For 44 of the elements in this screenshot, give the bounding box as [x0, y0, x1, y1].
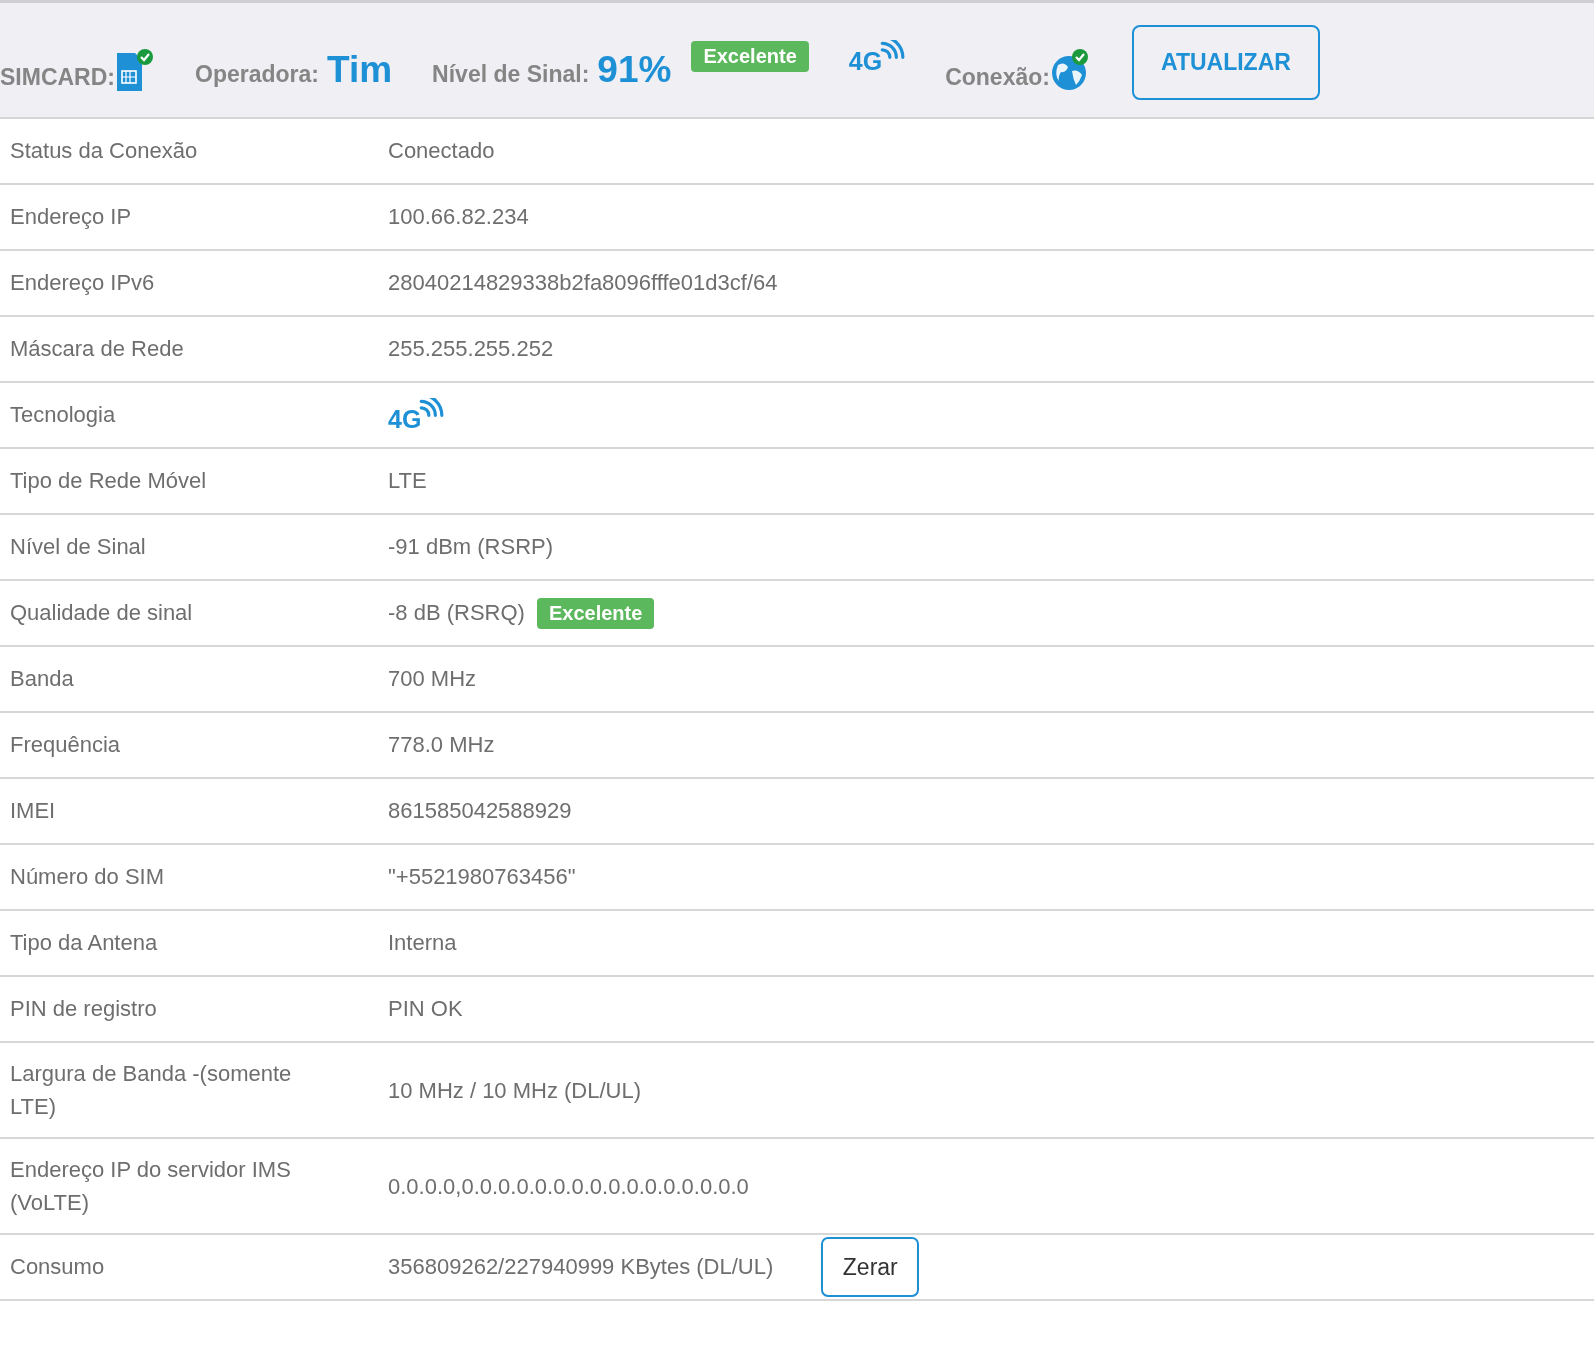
field-value: "+5521980763456" [388, 864, 576, 890]
operator-label: Operadora: [195, 61, 319, 88]
signal-label: Nível de Sinal: [432, 61, 590, 88]
field-label: Nível de Sinal [9, 534, 147, 560]
field-label: Endereço IPv6 [9, 270, 156, 296]
technology-label: 4G [848, 49, 883, 74]
field-value: 10 MHz / 10 MHz (DL/UL) [388, 1076, 642, 1105]
reset-button[interactable]: Zerar [821, 1237, 920, 1297]
field-value: 778.0 MHz [388, 732, 495, 758]
field-label: Número do SIM [9, 864, 166, 890]
field-label: Status da Conexão [9, 138, 199, 164]
connection-label: Conexão: [945, 64, 1050, 91]
field-label: Tipo de Rede Móvel [9, 468, 208, 494]
field-label: Endereço IP [9, 204, 133, 230]
field-label: Largura de Banda -(somente LTE) [9, 1060, 293, 1121]
field-value: 0.0.0.0,0.0.0.0.0.0.0.0.0.0.0.0.0.0.0.0 [388, 1172, 749, 1201]
field-label: Endereço IP do servidor IMS (VoLTE) [9, 1156, 292, 1217]
simcard-label: SIMCARD: [0, 64, 115, 91]
field-value: Interna [388, 930, 457, 956]
field-value: 100.66.82.234 [388, 204, 529, 230]
field-value: -91 dBm (RSRP) [388, 534, 554, 560]
field-label: Consumo [9, 1254, 106, 1280]
field-label: PIN de registro [9, 996, 158, 1022]
quality-badge: Excelente [536, 597, 655, 629]
quality-badge: Excelente [691, 40, 809, 72]
field-label: Frequência [9, 732, 122, 758]
field-value: 700 MHz [388, 666, 477, 692]
field-label: IMEI [9, 798, 57, 824]
field-value: -8 dB (RSRQ) [388, 600, 525, 626]
field-label: Tecnologia [9, 402, 117, 428]
field-value: Conectado [388, 138, 495, 164]
signal-percentage: 91% [597, 49, 672, 91]
field-value: 255.255.255.252 [388, 336, 554, 362]
operator-name: Tim [327, 49, 393, 91]
field-label: Tipo da Antena [9, 930, 159, 956]
field-label: Banda [9, 666, 75, 692]
field-label: Qualidade de sinal [9, 600, 194, 626]
technology-value: 4G [388, 407, 422, 432]
field-value: 861585042588929 [388, 798, 572, 824]
field-value: PIN OK [388, 996, 463, 1022]
field-label: Máscara de Rede [9, 336, 185, 362]
field-value: 28040214829338b2fa8096fffe01d3cf/64 [388, 270, 778, 296]
field-value: LTE [388, 468, 427, 494]
field-value: 356809262/227940999 KBytes (DL/UL) [388, 1254, 774, 1280]
